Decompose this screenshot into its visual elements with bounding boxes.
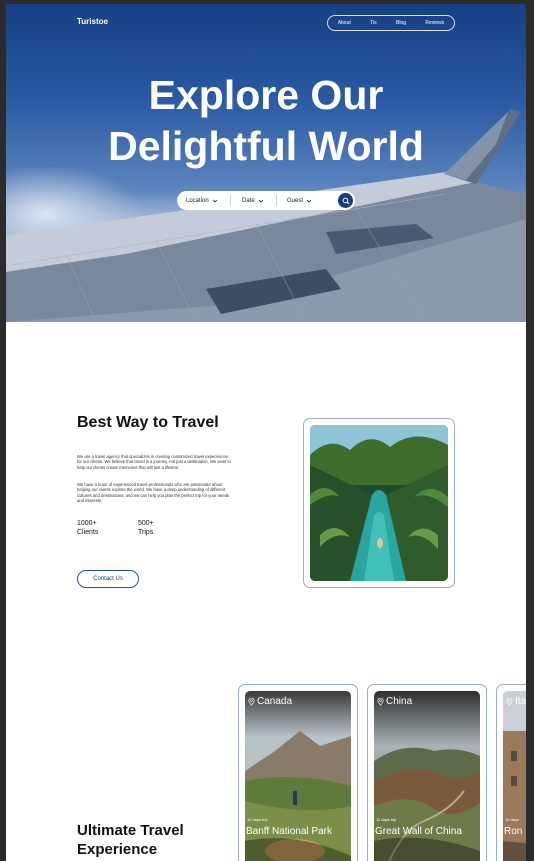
date-label: Date	[242, 197, 255, 204]
country-label: Canada	[257, 696, 293, 707]
stat-label: Trips	[138, 529, 154, 536]
date-dropdown[interactable]: Date	[242, 195, 277, 206]
location-dropdown[interactable]: Location	[186, 195, 231, 206]
destination-card[interactable]: China 11 days trip Great Wall of China	[367, 684, 487, 861]
trip-length: 10 days	[505, 817, 520, 822]
destination-name: Great Wall of China	[375, 826, 462, 837]
hero-title-line2: Delightful World	[108, 123, 424, 169]
guest-dropdown[interactable]: Guest	[287, 195, 312, 206]
location-pin-icon	[248, 697, 255, 706]
destination-card[interactable]: Canada 10 days trip Banff National Park	[238, 684, 358, 861]
landing-page: Turistoe About Tis Blog Reviews Explore …	[6, 4, 526, 861]
nav-link-reviews[interactable]: Reviews	[425, 20, 444, 26]
hero-title: Explore Our Delightful World	[6, 70, 526, 172]
contact-us-button[interactable]: Contact Us	[77, 570, 139, 588]
country-label: China	[386, 696, 413, 707]
stat-value: 500+	[138, 520, 154, 527]
location-pin-icon	[377, 697, 384, 706]
stat-value: 1000+	[77, 520, 97, 527]
destination-name: Banff National Park	[246, 826, 332, 837]
chevron-down-icon	[258, 199, 263, 202]
trip-length: 10 days trip	[247, 817, 268, 822]
hero-section: Turistoe About Tis Blog Reviews Explore …	[6, 4, 526, 322]
stat-clients: 1000+ Clients	[77, 519, 98, 537]
hero-title-line1: Explore Our	[148, 72, 384, 118]
country-label: Ita	[515, 696, 526, 707]
chevron-down-icon	[212, 199, 217, 202]
destination-country: China	[377, 696, 412, 707]
destinations-title: Ultimate Travel Experience	[77, 822, 184, 858]
destination-country: Ita	[506, 696, 526, 707]
search-icon	[342, 197, 349, 204]
location-pin-icon	[506, 697, 513, 706]
nav-link-blog[interactable]: Blog	[396, 20, 406, 26]
top-nav: About Tis Blog Reviews	[327, 15, 455, 31]
featured-photo-card	[303, 418, 455, 588]
location-label: Location	[186, 197, 209, 204]
destination-country: Canada	[248, 696, 292, 707]
chevron-down-icon	[306, 199, 312, 202]
about-section-title: Best Way to Travel	[77, 414, 219, 431]
stat-trips: 500+ Trips	[138, 519, 154, 537]
nav-link-tis[interactable]: Tis	[370, 20, 376, 26]
search-button[interactable]	[338, 193, 353, 208]
tropical-river-photo	[310, 425, 448, 581]
about-paragraph-2: We have a team of experienced travel pro…	[77, 482, 230, 503]
destination-card[interactable]: Ita 10 days Ron	[496, 684, 526, 861]
trip-length: 11 days trip	[376, 817, 397, 822]
guest-label: Guest	[287, 197, 304, 204]
nav-link-about[interactable]: About	[338, 20, 351, 26]
about-paragraph-1: We are a travel agency that specializes …	[77, 454, 231, 470]
destination-name: Ron	[504, 826, 523, 837]
stat-label: Clients	[77, 529, 99, 536]
search-bar: Location Date Guest	[177, 191, 355, 210]
brand-logo[interactable]: Turistoe	[77, 17, 108, 26]
